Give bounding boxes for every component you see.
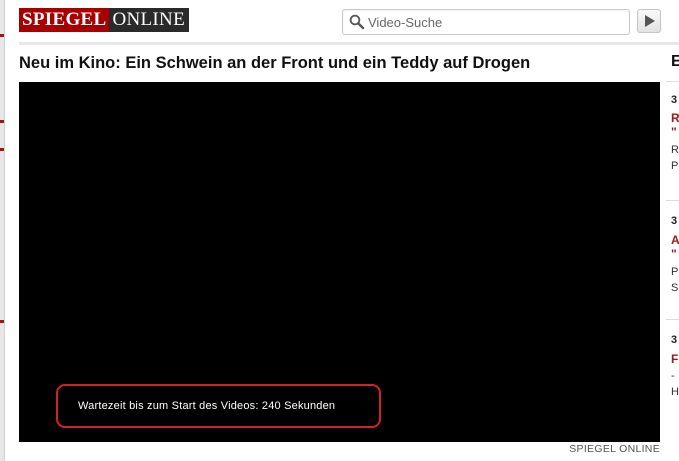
wait-message-highlight: Wartezeit bis zum Start des Videos: 240 … [56,384,381,428]
item-date: 3 [671,215,678,227]
edge-mark [0,320,4,323]
spiegel-online-logo[interactable]: SPIEGEL ONLINE [19,8,189,32]
item-teaser: - [671,370,675,382]
item-title[interactable]: R [671,111,679,125]
item-teaser: R [671,144,679,156]
item-title-quote: " [671,247,677,261]
video-player[interactable]: Wartezeit bis zum Start des Videos: 240 … [19,82,660,442]
item-date: 3 [671,334,678,346]
video-wait-message: Wartezeit bis zum Start des Videos: 240 … [78,400,336,412]
item-title[interactable]: F [671,352,678,366]
item-date: 3 [671,94,678,106]
sidebar-heading: E [671,53,679,70]
video-title: Neu im Kino: Ein Schwein an der Front un… [19,54,531,72]
divider [666,200,679,201]
divider [666,319,679,320]
edge-mark [0,120,4,123]
video-credit: SPIEGEL ONLINE [569,443,660,455]
left-edge-strip [0,0,5,461]
edge-mark [0,34,4,37]
search-icon [349,14,365,30]
video-search-box[interactable] [342,9,630,35]
play-triangle-icon [645,15,655,27]
item-teaser: H [671,386,679,398]
search-submit-button[interactable] [637,9,661,33]
item-teaser: P [671,266,679,278]
item-title[interactable]: A [671,233,679,247]
item-teaser: S [671,282,679,294]
edge-mark [0,148,4,151]
divider [666,81,679,82]
logo-spiegel-part: SPIEGEL [19,8,110,32]
logo-online-part: ONLINE [109,8,189,32]
item-teaser: P [671,160,679,172]
item-title-quote: " [671,125,677,139]
video-search-input[interactable] [368,10,623,34]
related-videos-column: E 3 R " R P 3 A " P S 3 F - H [666,42,679,461]
header-divider [19,42,679,45]
